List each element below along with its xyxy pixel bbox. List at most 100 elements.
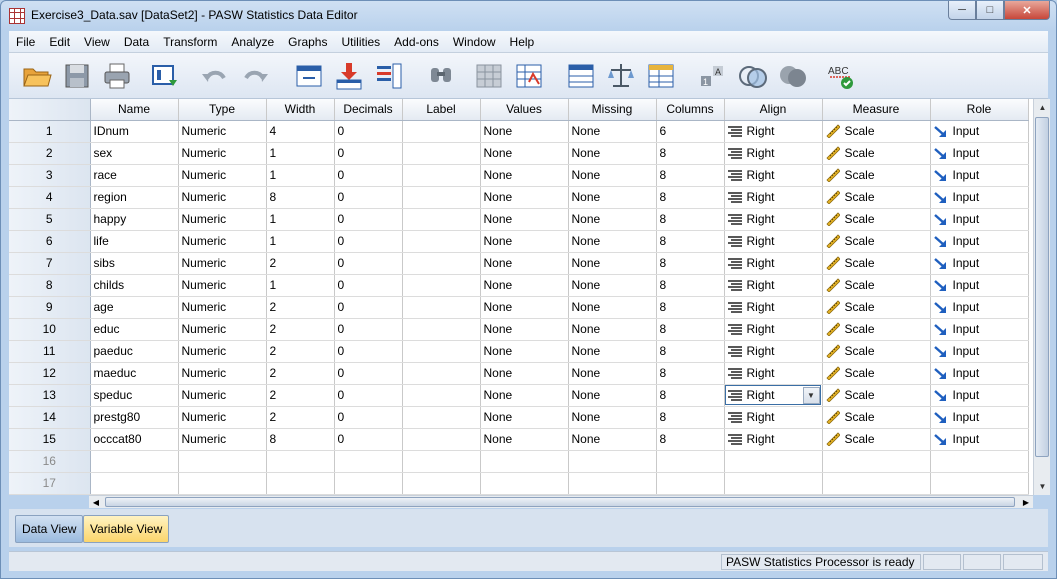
cell-values[interactable]: None [480, 428, 569, 451]
cell-width[interactable]: 8 [266, 428, 335, 451]
col-header-align[interactable]: Align [724, 99, 823, 121]
cell-label[interactable] [402, 252, 481, 275]
cell-columns[interactable]: 8 [656, 164, 725, 187]
row-number[interactable]: 12 [9, 362, 91, 385]
col-header-label[interactable]: Label [402, 99, 481, 121]
cell-name[interactable]: speduc [90, 384, 179, 407]
cell-measure[interactable]: Scale [822, 164, 931, 187]
menu-analyze[interactable]: Analyze [224, 35, 281, 49]
goto-variable-icon[interactable] [333, 60, 365, 92]
cell-measure[interactable]: Scale [822, 186, 931, 209]
cell-name[interactable]: maeduc [90, 362, 179, 385]
cell-decimals[interactable]: 0 [334, 186, 403, 209]
empty-cell[interactable] [334, 472, 403, 495]
cell-values[interactable]: None [480, 208, 569, 231]
cell-role[interactable]: Input [930, 186, 1029, 209]
table-row[interactable]: 9 age Numeric 2 0 None None 8 Right Scale Input [9, 296, 1029, 319]
cell-values[interactable]: None [480, 318, 569, 341]
cell-missing[interactable]: None [568, 296, 657, 319]
cell-values[interactable]: None [480, 230, 569, 253]
menu-file[interactable]: File [9, 35, 42, 49]
cell-width[interactable]: 1 [266, 230, 335, 253]
title-bar[interactable]: Exercise3_Data.sav [DataSet2] - PASW Sta… [1, 1, 1056, 31]
cell-role[interactable]: Input [930, 362, 1029, 385]
find-icon[interactable] [425, 60, 457, 92]
cell-label[interactable] [402, 142, 481, 165]
table-row[interactable]: 10 educ Numeric 2 0 None None 8 Right Scale Input [9, 318, 1029, 341]
cell-role[interactable]: Input [930, 296, 1029, 319]
print-icon[interactable] [101, 60, 133, 92]
row-number[interactable]: 10 [9, 318, 91, 341]
row-number[interactable]: 16 [9, 450, 91, 473]
cell-role[interactable]: Input [930, 274, 1029, 297]
corner-cell[interactable] [9, 99, 91, 121]
cell-name[interactable]: prestg80 [90, 406, 179, 429]
row-number[interactable]: 1 [9, 120, 91, 143]
empty-cell[interactable] [656, 450, 725, 473]
table-row[interactable]: 12 maeduc Numeric 2 0 None None 8 Right Scale Inpu… [9, 362, 1029, 385]
cell-role[interactable]: Input [930, 164, 1029, 187]
empty-cell[interactable] [266, 472, 335, 495]
cell-measure[interactable]: Scale [822, 274, 931, 297]
cell-type[interactable]: Numeric [178, 318, 267, 341]
cell-measure[interactable]: Scale [822, 384, 931, 407]
col-header-columns[interactable]: Columns [656, 99, 725, 121]
cell-measure[interactable]: Scale [822, 406, 931, 429]
vertical-scroll-thumb[interactable] [1035, 117, 1049, 457]
table-row[interactable]: 3 race Numeric 1 0 None None 8 Right Scale Input [9, 164, 1029, 187]
row-number[interactable]: 11 [9, 340, 91, 363]
cell-label[interactable] [402, 274, 481, 297]
cell-type[interactable]: Numeric [178, 428, 267, 451]
cell-align[interactable]: Right [724, 318, 823, 341]
scroll-left-icon[interactable]: ◀ [89, 496, 103, 509]
empty-cell[interactable] [402, 472, 481, 495]
cell-measure[interactable]: Scale [822, 428, 931, 451]
row-number[interactable]: 3 [9, 164, 91, 187]
cell-decimals[interactable]: 0 [334, 428, 403, 451]
insert-variable-icon[interactable] [513, 60, 545, 92]
scroll-up-icon[interactable]: ▲ [1034, 99, 1051, 116]
menu-data[interactable]: Data [117, 35, 156, 49]
cell-columns[interactable]: 8 [656, 142, 725, 165]
menu-transform[interactable]: Transform [156, 35, 224, 49]
cell-values[interactable]: None [480, 142, 569, 165]
cell-missing[interactable]: None [568, 384, 657, 407]
cell-align[interactable]: Right [724, 296, 823, 319]
insert-cases-icon[interactable] [473, 60, 505, 92]
cell-align[interactable]: Right [724, 208, 823, 231]
cell-type[interactable]: Numeric [178, 164, 267, 187]
table-row[interactable]: 16 [9, 450, 1029, 473]
split-file-icon[interactable] [565, 60, 597, 92]
cell-type[interactable]: Numeric [178, 252, 267, 275]
cell-columns[interactable]: 8 [656, 318, 725, 341]
cell-decimals[interactable]: 0 [334, 384, 403, 407]
tab-data-view[interactable]: Data View [15, 515, 84, 543]
cell-name[interactable]: IDnum [90, 120, 179, 143]
cell-type[interactable]: Numeric [178, 384, 267, 407]
cell-label[interactable] [402, 428, 481, 451]
cell-align[interactable]: Right [724, 164, 823, 187]
table-row[interactable]: 4 region Numeric 8 0 None None 8 Right Scale Input [9, 186, 1029, 209]
empty-cell[interactable] [568, 472, 657, 495]
menu-add-ons[interactable]: Add-ons [387, 35, 446, 49]
cell-columns[interactable]: 8 [656, 186, 725, 209]
empty-cell[interactable] [930, 450, 1029, 473]
col-header-missing[interactable]: Missing [568, 99, 657, 121]
cell-columns[interactable]: 8 [656, 384, 725, 407]
horizontal-scroll-thumb[interactable] [105, 497, 1015, 507]
weight-cases-icon[interactable] [605, 60, 637, 92]
cell-decimals[interactable]: 0 [334, 208, 403, 231]
cell-measure[interactable]: Scale [822, 208, 931, 231]
cell-missing[interactable]: None [568, 120, 657, 143]
table-row[interactable]: 1 IDnum Numeric 4 0 None None 6 Right Scale Input [9, 120, 1029, 143]
cell-decimals[interactable]: 0 [334, 362, 403, 385]
cell-align[interactable]: Right [724, 362, 823, 385]
cell-missing[interactable]: None [568, 208, 657, 231]
cell-columns[interactable]: 8 [656, 406, 725, 429]
cell-label[interactable] [402, 362, 481, 385]
menu-graphs[interactable]: Graphs [281, 35, 334, 49]
table-row[interactable]: 5 happy Numeric 1 0 None None 8 Right Scale Input [9, 208, 1029, 231]
table-row[interactable]: 13 speduc Numeric 2 0 None None 8 Right ▼ Scale Inp… [9, 384, 1029, 407]
cell-columns[interactable]: 8 [656, 252, 725, 275]
row-number[interactable]: 4 [9, 186, 91, 209]
